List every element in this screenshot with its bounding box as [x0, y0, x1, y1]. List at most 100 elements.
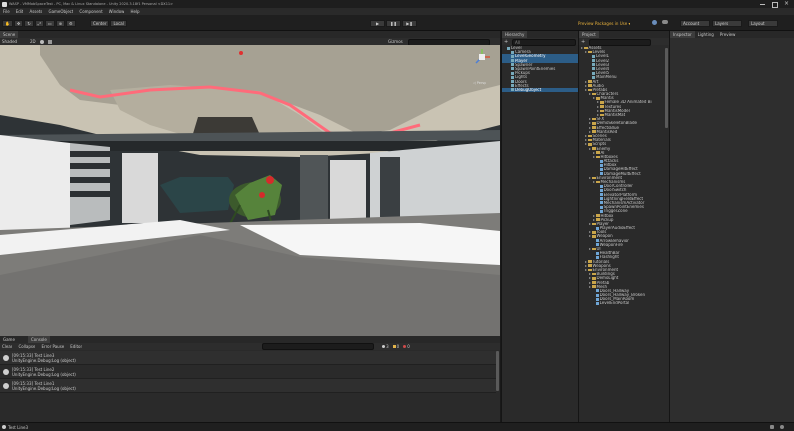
warning-count[interactable]: 0	[392, 344, 399, 349]
menu-assets[interactable]: Assets	[29, 9, 42, 14]
console-log-list[interactable]: [09:15:33] Test Line3 UnityEngine.Debug:…	[0, 351, 496, 393]
cube-icon	[511, 54, 514, 58]
gizmos-dropdown[interactable]: Gizmos	[388, 39, 403, 44]
editor-dropdown[interactable]: Editor	[70, 344, 82, 349]
add-asset-icon[interactable]: +	[581, 39, 585, 45]
log-entry[interactable]: [09:15:33] Test Line1 UnityEngine.Debug:…	[0, 379, 496, 393]
tab-scene[interactable]: Scene	[0, 31, 19, 38]
status-network-icon[interactable]	[780, 424, 784, 429]
script-icon	[596, 293, 599, 297]
menu-component[interactable]: Component	[79, 9, 102, 14]
info-message-icon	[3, 382, 9, 389]
folder-icon	[600, 109, 604, 113]
script-icon	[596, 301, 599, 305]
cube-icon	[511, 63, 514, 67]
info-message-icon	[3, 354, 9, 361]
menu-edit[interactable]: Edit	[16, 9, 24, 14]
error-pause-button[interactable]: Error Pause	[41, 344, 64, 349]
console-search-field[interactable]	[262, 343, 375, 350]
project-scroll-thumb[interactable]	[665, 48, 668, 128]
hierarchy-panel: Hierarchy + All Level Camera LevelGeometry…	[501, 31, 578, 422]
shading-mode-dropdown[interactable]: Shaded	[2, 39, 17, 44]
folder-icon	[588, 84, 592, 87]
step-icon[interactable]: ▶❚	[402, 20, 417, 27]
status-settings-icon[interactable]	[770, 424, 774, 429]
account-dropdown[interactable]: Account	[680, 20, 710, 27]
folder-icon	[592, 176, 596, 180]
tab-project[interactable]: Project	[579, 31, 599, 38]
audio-toggle-icon[interactable]	[48, 39, 52, 44]
tab-lighting[interactable]: Lighting	[695, 31, 717, 38]
console-scrollbar[interactable]	[496, 351, 499, 421]
project-tree[interactable]: ▸ Assets ▸ Levels Level1 Level2 Level3 Level4 Le…	[579, 46, 665, 422]
hand-tool-icon[interactable]: ✋	[2, 20, 13, 27]
rotate-tool-icon[interactable]: ↻	[24, 20, 34, 27]
status-message[interactable]: Test Line3	[8, 425, 28, 430]
folder-icon	[592, 277, 596, 280]
transform-tool-icon[interactable]: ⊕	[55, 20, 66, 27]
hierarchy-tree[interactable]: Level Camera LevelGeometry Player Spawner Spa…	[502, 46, 578, 93]
close-icon[interactable]: ×	[784, 0, 790, 8]
project-search-field[interactable]	[589, 39, 651, 46]
center-toggle[interactable]: Center	[90, 20, 110, 27]
unity-logo-icon	[2, 1, 7, 7]
cube-icon	[511, 59, 514, 63]
tree-item[interactable]: DebugObject	[502, 87, 578, 93]
info-count[interactable]: 3	[382, 344, 389, 349]
script-icon	[600, 209, 603, 213]
tab-preview[interactable]: Preview	[717, 31, 739, 38]
scale-tool-icon[interactable]: ⤢	[34, 20, 44, 27]
script-icon	[596, 255, 599, 259]
persp-label[interactable]: ◁ Persp	[473, 81, 486, 85]
tree-item[interactable]: LevelEndPortal	[579, 301, 665, 305]
project-scrollbar[interactable]	[665, 46, 668, 422]
custom-tool-icon[interactable]: ⚙	[66, 20, 76, 27]
folder-icon	[588, 143, 592, 146]
console-scroll-thumb[interactable]	[496, 351, 499, 391]
folder-icon	[600, 113, 604, 117]
cloud-icon[interactable]	[662, 20, 668, 24]
menu-window[interactable]: Window	[109, 9, 125, 14]
menu-help[interactable]: Help	[130, 9, 139, 14]
layout-dropdown[interactable]: Layout	[748, 20, 778, 27]
script-icon	[596, 289, 599, 293]
console-toolbar: Clear Collapse Error Pause Editor 3 0 0	[0, 343, 500, 350]
add-icon[interactable]: +	[504, 39, 508, 45]
log-entry[interactable]: [09:15:33] Test Line2 UnityEngine.Debug:…	[0, 365, 496, 379]
tree-item-label: MainMenu	[596, 75, 617, 80]
collapse-button[interactable]: Collapse	[18, 344, 35, 349]
scene-viewport[interactable]	[0, 45, 500, 336]
tab-game[interactable]: Game	[0, 336, 18, 343]
folder-icon	[588, 134, 592, 138]
script-icon	[600, 201, 603, 205]
info-count-label: 3	[386, 344, 389, 349]
collab-icon[interactable]	[652, 20, 657, 25]
tab-hierarchy[interactable]: Hierarchy	[502, 31, 528, 38]
rect-tool-icon[interactable]: ▭	[44, 20, 55, 27]
pivot-toggles: Center Local	[90, 20, 127, 27]
2d-toggle[interactable]: 2D	[30, 39, 36, 44]
pause-icon[interactable]: ❚❚	[386, 20, 401, 27]
log-trace: UnityEngine.Debug:Log (object)	[12, 385, 76, 391]
lighting-toggle-icon[interactable]	[40, 39, 44, 44]
move-tool-icon[interactable]: ✥	[13, 20, 24, 27]
play-icon[interactable]: ▶	[370, 20, 385, 27]
minimize-icon[interactable]	[760, 3, 765, 5]
layers-dropdown[interactable]: Layers	[712, 20, 742, 27]
local-toggle[interactable]: Local	[110, 20, 127, 27]
status-info-icon	[2, 425, 6, 429]
script-icon	[600, 167, 603, 171]
clear-button[interactable]: Clear	[2, 344, 12, 349]
menu-file[interactable]: File	[3, 9, 10, 14]
folder-icon	[592, 126, 596, 129]
menu-gameobject[interactable]: GameObject	[48, 9, 73, 14]
tab-inspector[interactable]: Inspector	[670, 31, 695, 38]
cube-icon	[511, 75, 514, 79]
folder-icon	[596, 151, 600, 154]
preview-packages-notice[interactable]: Preview Packages in Use ▾	[578, 21, 630, 26]
tab-console[interactable]: Console	[28, 336, 50, 343]
error-count[interactable]: 0	[403, 344, 410, 349]
hierarchy-search-field[interactable]: All	[512, 39, 576, 46]
log-entry[interactable]: [09:15:33] Test Line3 UnityEngine.Debug:…	[0, 351, 496, 365]
script-icon	[596, 239, 599, 243]
